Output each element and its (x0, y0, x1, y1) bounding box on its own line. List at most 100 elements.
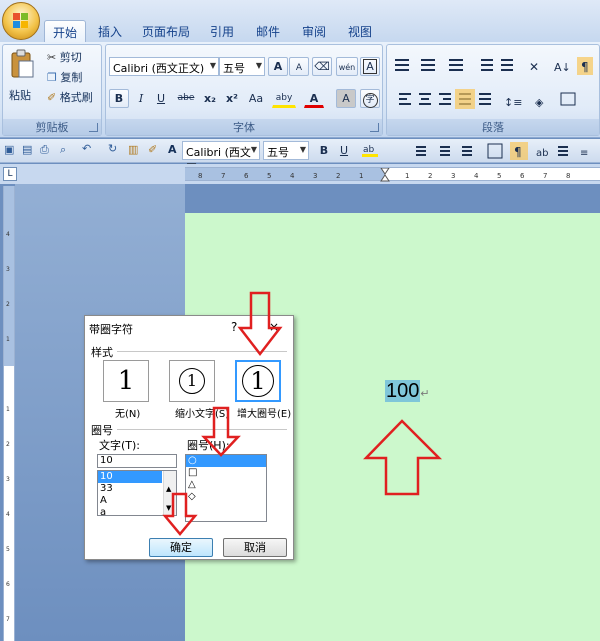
phonetic-guide-button[interactable]: wén (336, 57, 358, 76)
cancel-button[interactable]: 取消 (223, 538, 287, 557)
save-icon[interactable]: ▣ (4, 143, 14, 156)
qat-font-name-combo[interactable]: Calibri (西文正 ▼ (182, 141, 260, 175)
paragraph-group: ✕ A↓ ¶ ↕≡ ◈ 段落 (386, 44, 600, 136)
qat-underline-button[interactable]: U (334, 141, 354, 160)
enclose-characters-button[interactable]: 字 (360, 89, 380, 108)
horizontal-ruler[interactable]: 8 7 6 5 4 3 2 1 1 2 3 4 5 6 7 8 (185, 167, 600, 182)
font-name-value: Calibri (西文正文) (113, 62, 205, 75)
svg-text:5: 5 (497, 172, 501, 180)
paste-small-icon[interactable]: ▥ (128, 143, 138, 156)
svg-text:1: 1 (6, 336, 10, 343)
change-case-button[interactable]: Aa (244, 89, 268, 108)
qat-font-size-combo[interactable]: 五号 ▼ (263, 141, 309, 160)
copy-button[interactable]: ❐ 复制 (47, 69, 82, 85)
circle-list-item[interactable]: ◇ (186, 491, 266, 503)
quick-access-toolbar: ▣ ▤ ⎙ ⌕ ↶ ↻ ▥ ✐ A Calibri (西文正 ▼ 五号 ▼ B … (0, 139, 600, 175)
clipboard-launcher-icon[interactable] (89, 123, 98, 132)
vertical-ruler[interactable]: 4 3 2 1 1 2 3 4 5 6 7 (3, 186, 15, 641)
style-shrink-option[interactable]: 1 (169, 360, 215, 402)
preview-icon[interactable]: ⌕ (60, 143, 66, 157)
subscript-button[interactable]: x₂ (200, 89, 220, 108)
cut-label: 剪切 (59, 51, 82, 64)
chevron-down-icon: ▼ (209, 61, 216, 70)
tab-review[interactable]: 审阅 (296, 20, 332, 42)
selected-text[interactable]: 100 (385, 380, 421, 402)
style-shrink-preview: 1 (179, 368, 205, 394)
font-a-icon[interactable]: A (168, 143, 177, 156)
format-painter-small-icon[interactable]: ✐ (148, 143, 157, 156)
phonetic-guide-icon: wén (338, 63, 356, 72)
svg-text:2: 2 (6, 441, 10, 448)
print-preview-icon[interactable]: ▤ (22, 143, 32, 156)
copy-icon: ❐ (47, 71, 57, 84)
chevron-down-icon: ▼ (299, 145, 306, 154)
qat-more-icons: ab ¶ ab ≡ (362, 142, 588, 160)
office-button[interactable] (2, 2, 40, 40)
document-text[interactable]: 100↵ (385, 380, 430, 408)
enclose-characters-icon: 字 (362, 93, 378, 108)
paragraph-group-label: 段落 (387, 119, 599, 135)
text-input-value: 10 (100, 455, 113, 466)
style-enlarge-option[interactable]: 1 (235, 360, 281, 402)
scroll-down-icon[interactable]: ▼ (166, 504, 171, 512)
font-size-combo[interactable]: 五号 ▼ (219, 57, 265, 76)
style-none-option[interactable]: 1 (103, 360, 149, 402)
style-section-label: 样式 (91, 346, 113, 359)
circle-list[interactable]: ○ □ △ ◇ (185, 454, 267, 522)
svg-text:7: 7 (6, 616, 10, 623)
circle-list-item[interactable]: □ (186, 467, 266, 479)
style-section-divider (117, 351, 287, 352)
text-list-item[interactable]: 10 (98, 471, 162, 483)
circle-list-item[interactable]: △ (186, 479, 266, 491)
font-color-button[interactable]: A (304, 89, 324, 108)
tab-insert[interactable]: 插入 (92, 20, 128, 42)
undo-icon[interactable]: ↶ (82, 142, 91, 155)
font-launcher-icon[interactable] (370, 123, 379, 132)
qat-bold-button[interactable]: B (314, 141, 334, 160)
underline-button[interactable]: U (151, 89, 171, 108)
grow-font-button[interactable]: A (268, 57, 288, 76)
svg-text:2: 2 (6, 301, 10, 308)
ribbon: 粘贴 ✂ 剪切 ❐ 复制 ✐ 格式刷 剪贴板 Calibri (西文正文) ▼ … (0, 42, 600, 138)
tab-view[interactable]: 视图 (342, 20, 378, 42)
svg-text:6: 6 (520, 172, 525, 180)
text-input[interactable]: 10 (97, 454, 177, 468)
svg-text:ab: ab (536, 148, 548, 159)
font-group-label: 字体 (106, 119, 382, 135)
clear-format-button[interactable]: ⌫ (312, 57, 332, 76)
tab-selector-icon[interactable]: L (3, 167, 17, 181)
ok-button[interactable]: 确定 (149, 538, 213, 557)
char-shading-button[interactable]: A (336, 89, 356, 108)
help-button[interactable]: ? (231, 320, 237, 334)
scroll-up-icon[interactable]: ▲ (166, 485, 171, 493)
tab-references[interactable]: 引用 (204, 20, 240, 42)
strikethrough-button[interactable]: abe (174, 89, 198, 108)
italic-button[interactable]: I (131, 89, 151, 108)
char-border-button[interactable]: A (360, 57, 380, 76)
svg-text:¶: ¶ (514, 145, 522, 159)
text-list[interactable]: 10 33 A a ▲ ▼ (97, 470, 177, 518)
bold-button[interactable]: B (109, 89, 129, 108)
superscript-button[interactable]: x² (222, 89, 242, 108)
close-button[interactable]: × (269, 320, 279, 334)
svg-text:4: 4 (474, 172, 479, 180)
format-painter-label: 格式刷 (59, 91, 93, 104)
svg-text:6: 6 (244, 172, 249, 180)
paste-button[interactable]: 粘贴 (7, 47, 37, 107)
tab-page-layout[interactable]: 页面布局 (138, 20, 194, 42)
print-icon[interactable]: ⎙ (40, 143, 49, 157)
circle-list-item[interactable]: ○ (186, 455, 266, 467)
chevron-down-icon: ▼ (250, 145, 257, 154)
cut-button[interactable]: ✂ 剪切 (47, 49, 82, 65)
tab-mailings[interactable]: 邮件 (250, 20, 286, 42)
shrink-font-button[interactable]: A (289, 57, 309, 76)
horizontal-ruler-bar: L 8 7 6 5 4 3 2 1 1 2 3 4 5 6 7 8 (0, 164, 600, 184)
tab-home[interactable]: 开始 (44, 20, 86, 42)
dialog-titlebar[interactable]: 带圈字符 ? × (85, 316, 293, 338)
redo-icon[interactable]: ↻ (108, 142, 117, 155)
chevron-down-icon: ▼ (255, 61, 262, 70)
highlight-button[interactable]: aby (272, 89, 296, 108)
format-painter-button[interactable]: ✐ 格式刷 (47, 89, 93, 105)
text-list-scrollbar[interactable]: ▲ ▼ (163, 471, 176, 515)
font-name-combo[interactable]: Calibri (西文正文) ▼ (109, 57, 219, 76)
